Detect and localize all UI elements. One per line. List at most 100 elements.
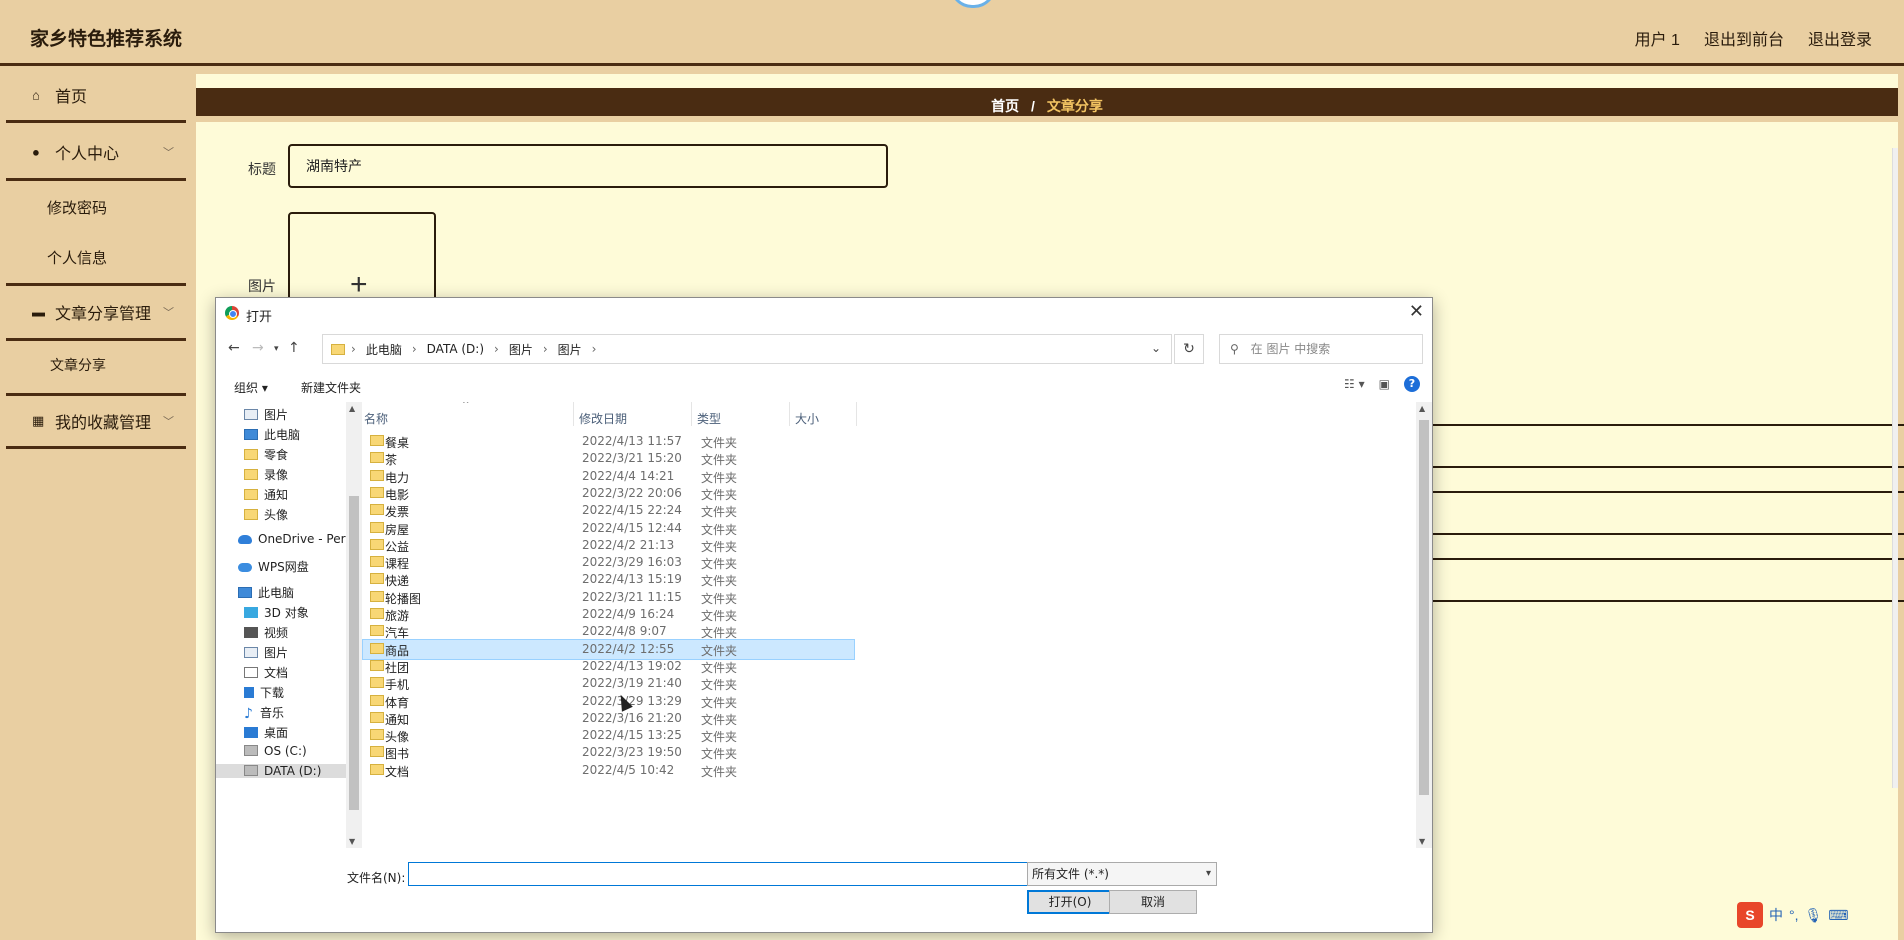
- exit-to-frontend-link[interactable]: 退出到前台: [1704, 26, 1784, 50]
- folder-icon: [244, 449, 258, 460]
- nav-tree-item[interactable]: OneDrive - Perso: [238, 532, 346, 546]
- breadcrumb-home[interactable]: 首页: [991, 98, 1019, 114]
- organize-button[interactable]: 组织 ▾: [234, 379, 268, 396]
- scroll-up-icon[interactable]: ▲: [1419, 404, 1425, 413]
- dialog-title-bar[interactable]: 打开 ✕: [216, 298, 1432, 328]
- recent-dropdown-icon[interactable]: ▾: [274, 344, 279, 354]
- close-icon[interactable]: ✕: [1409, 301, 1424, 322]
- chevron-right-icon: ›: [542, 342, 548, 356]
- folder-icon: [370, 573, 384, 585]
- up-arrow-icon[interactable]: ↑: [288, 340, 300, 356]
- column-header-date[interactable]: 修改日期: [579, 410, 627, 427]
- new-folder-button[interactable]: 新建文件夹: [301, 379, 361, 396]
- top-bar: 家乡特色推荐系统 用户 1 退出到前台 退出登录: [0, 0, 1904, 66]
- sidebar-item-favorites-management[interactable]: ▦ 我的收藏管理 ﹀: [6, 393, 186, 449]
- sidebar-sub-change-password[interactable]: 修改密码: [47, 197, 107, 218]
- nav-tree-item[interactable]: 视频: [244, 624, 288, 641]
- nav-tree-label: 通知: [264, 488, 289, 502]
- file-date: 2022/4/13 15:19: [582, 572, 682, 587]
- sidebar-sub-article-share[interactable]: 文章分享: [50, 355, 106, 375]
- file-date: 2022/3/16 21:20: [582, 710, 682, 725]
- sidebar-item-article-management[interactable]: ▬ 文章分享管理 ﹀: [6, 283, 186, 341]
- sogou-logo-icon: S: [1737, 902, 1763, 928]
- floating-circle-widget[interactable]: [950, 0, 996, 8]
- nav-tree-item[interactable]: 录像: [244, 466, 288, 483]
- nav-tree-item[interactable]: 桌面: [244, 724, 288, 741]
- logout-link[interactable]: 退出登录: [1808, 26, 1872, 50]
- scroll-down-icon[interactable]: ▼: [349, 837, 355, 846]
- navigation-pane-scrollbar[interactable]: ▲ ▼: [346, 402, 362, 848]
- chevron-down-icon[interactable]: ⌄: [1151, 341, 1161, 355]
- scrollbar-thumb[interactable]: [349, 496, 359, 810]
- cancel-button[interactable]: 取消: [1109, 890, 1197, 914]
- breadcrumb-current: 文章分享: [1046, 98, 1103, 114]
- title-label: 标题: [248, 161, 276, 177]
- file-date: 2022/4/13 11:57: [582, 434, 682, 448]
- address-segment[interactable]: 图片: [509, 341, 533, 358]
- column-header-name[interactable]: 名称: [364, 410, 388, 427]
- column-divider[interactable]: [691, 402, 692, 426]
- file-list-scrollbar[interactable]: ▲ ▼: [1416, 402, 1432, 848]
- sidebar-sub-personal-info[interactable]: 个人信息: [47, 247, 107, 268]
- picture-icon: [244, 647, 258, 658]
- top-links: 用户 1 退出到前台 退出登录: [1635, 26, 1872, 50]
- address-segment[interactable]: DATA (D:): [427, 342, 484, 356]
- punctuation-icon[interactable]: °,: [1789, 907, 1799, 923]
- column-header-type[interactable]: 类型: [697, 410, 721, 427]
- navigation-row: ← → ▾ ↑ › 此电脑 › DATA (D:) › 图片 › 图片 › ⌄ …: [216, 328, 1432, 368]
- sidebar-item-personal-center[interactable]: ● 个人中心 ﹀: [6, 125, 186, 181]
- file-date: 2022/3/21 15:20: [582, 451, 682, 466]
- nav-tree-item[interactable]: 通知: [244, 486, 288, 503]
- search-input[interactable]: ⚲ 在 图片 中搜索: [1219, 334, 1423, 364]
- folder-icon: [370, 521, 384, 533]
- wps-cloud-icon: [238, 563, 252, 572]
- column-divider[interactable]: [856, 402, 857, 426]
- nav-tree-item[interactable]: 文档: [244, 664, 288, 681]
- file-type-select[interactable]: 所有文件 (*.*) ▾: [1027, 862, 1217, 886]
- drive-icon: [244, 745, 258, 756]
- address-segment[interactable]: 图片: [558, 341, 582, 358]
- nav-tree-item[interactable]: 图片: [244, 644, 288, 661]
- open-button[interactable]: 打开(O): [1027, 890, 1113, 914]
- nav-tree-item[interactable]: 头像: [244, 506, 288, 523]
- sidebar-item-home[interactable]: ⌂ 首页: [6, 69, 186, 123]
- ime-toolbar[interactable]: S 中 °, 🎙 ⌨: [1737, 902, 1849, 928]
- file-row[interactable]: 文档 2022/4/5 10:42 文件夹: [362, 760, 1406, 781]
- view-options-icon[interactable]: ☷ ▾: [1344, 377, 1365, 391]
- title-input[interactable]: 湖南特产: [288, 144, 888, 188]
- microphone-icon[interactable]: 🎙: [1805, 907, 1823, 924]
- nav-tree-item[interactable]: 3D 对象: [244, 604, 309, 621]
- back-arrow-icon[interactable]: ←: [228, 340, 240, 356]
- file-date: 2022/4/9 16:24: [582, 607, 675, 621]
- scroll-up-icon[interactable]: ▲: [349, 404, 355, 413]
- scrollbar-thumb[interactable]: [1419, 420, 1429, 795]
- view-buttons: ☷ ▾ ▣ ?: [1344, 376, 1420, 392]
- nav-tree-item[interactable]: 此电脑: [238, 584, 294, 601]
- preview-pane-icon[interactable]: ▣: [1379, 377, 1390, 391]
- nav-tree-item[interactable]: 此电脑📌: [244, 426, 300, 443]
- user-link[interactable]: 用户 1: [1635, 26, 1680, 50]
- page-scrollbar[interactable]: [1892, 148, 1898, 788]
- address-segment[interactable]: 此电脑: [366, 341, 402, 358]
- nav-tree-item[interactable]: WPS网盘: [238, 558, 309, 575]
- forward-arrow-icon[interactable]: →: [252, 340, 264, 356]
- column-divider[interactable]: [573, 402, 574, 426]
- nav-tree-item[interactable]: ♪ 音乐: [244, 704, 284, 722]
- folder-icon: [370, 746, 384, 758]
- sidebar: ⌂ 首页 ● 个人中心 ﹀ 修改密码 个人信息 ▬ 文章分享管理 ﹀ 文章分享 …: [0, 69, 192, 940]
- address-bar[interactable]: › 此电脑 › DATA (D:) › 图片 › 图片 › ⌄: [322, 334, 1172, 364]
- ime-language[interactable]: 中: [1769, 905, 1783, 925]
- keyboard-icon[interactable]: ⌨: [1828, 907, 1848, 924]
- help-icon[interactable]: ?: [1404, 376, 1420, 392]
- 3d-objects-icon: [244, 607, 258, 618]
- scroll-down-icon[interactable]: ▼: [1419, 837, 1425, 846]
- refresh-button[interactable]: ↻: [1174, 334, 1204, 364]
- nav-tree-item[interactable]: 下载: [244, 684, 284, 701]
- nav-tree-item[interactable]: OS (C:): [244, 744, 307, 758]
- nav-tree-item[interactable]: DATA (D:): [216, 764, 346, 778]
- nav-tree-item[interactable]: 零食: [244, 446, 288, 463]
- column-divider[interactable]: [789, 402, 790, 426]
- filename-input[interactable]: ▾: [408, 862, 1072, 886]
- nav-tree-item[interactable]: 图片📌: [244, 406, 288, 423]
- column-header-size[interactable]: 大小: [795, 410, 819, 427]
